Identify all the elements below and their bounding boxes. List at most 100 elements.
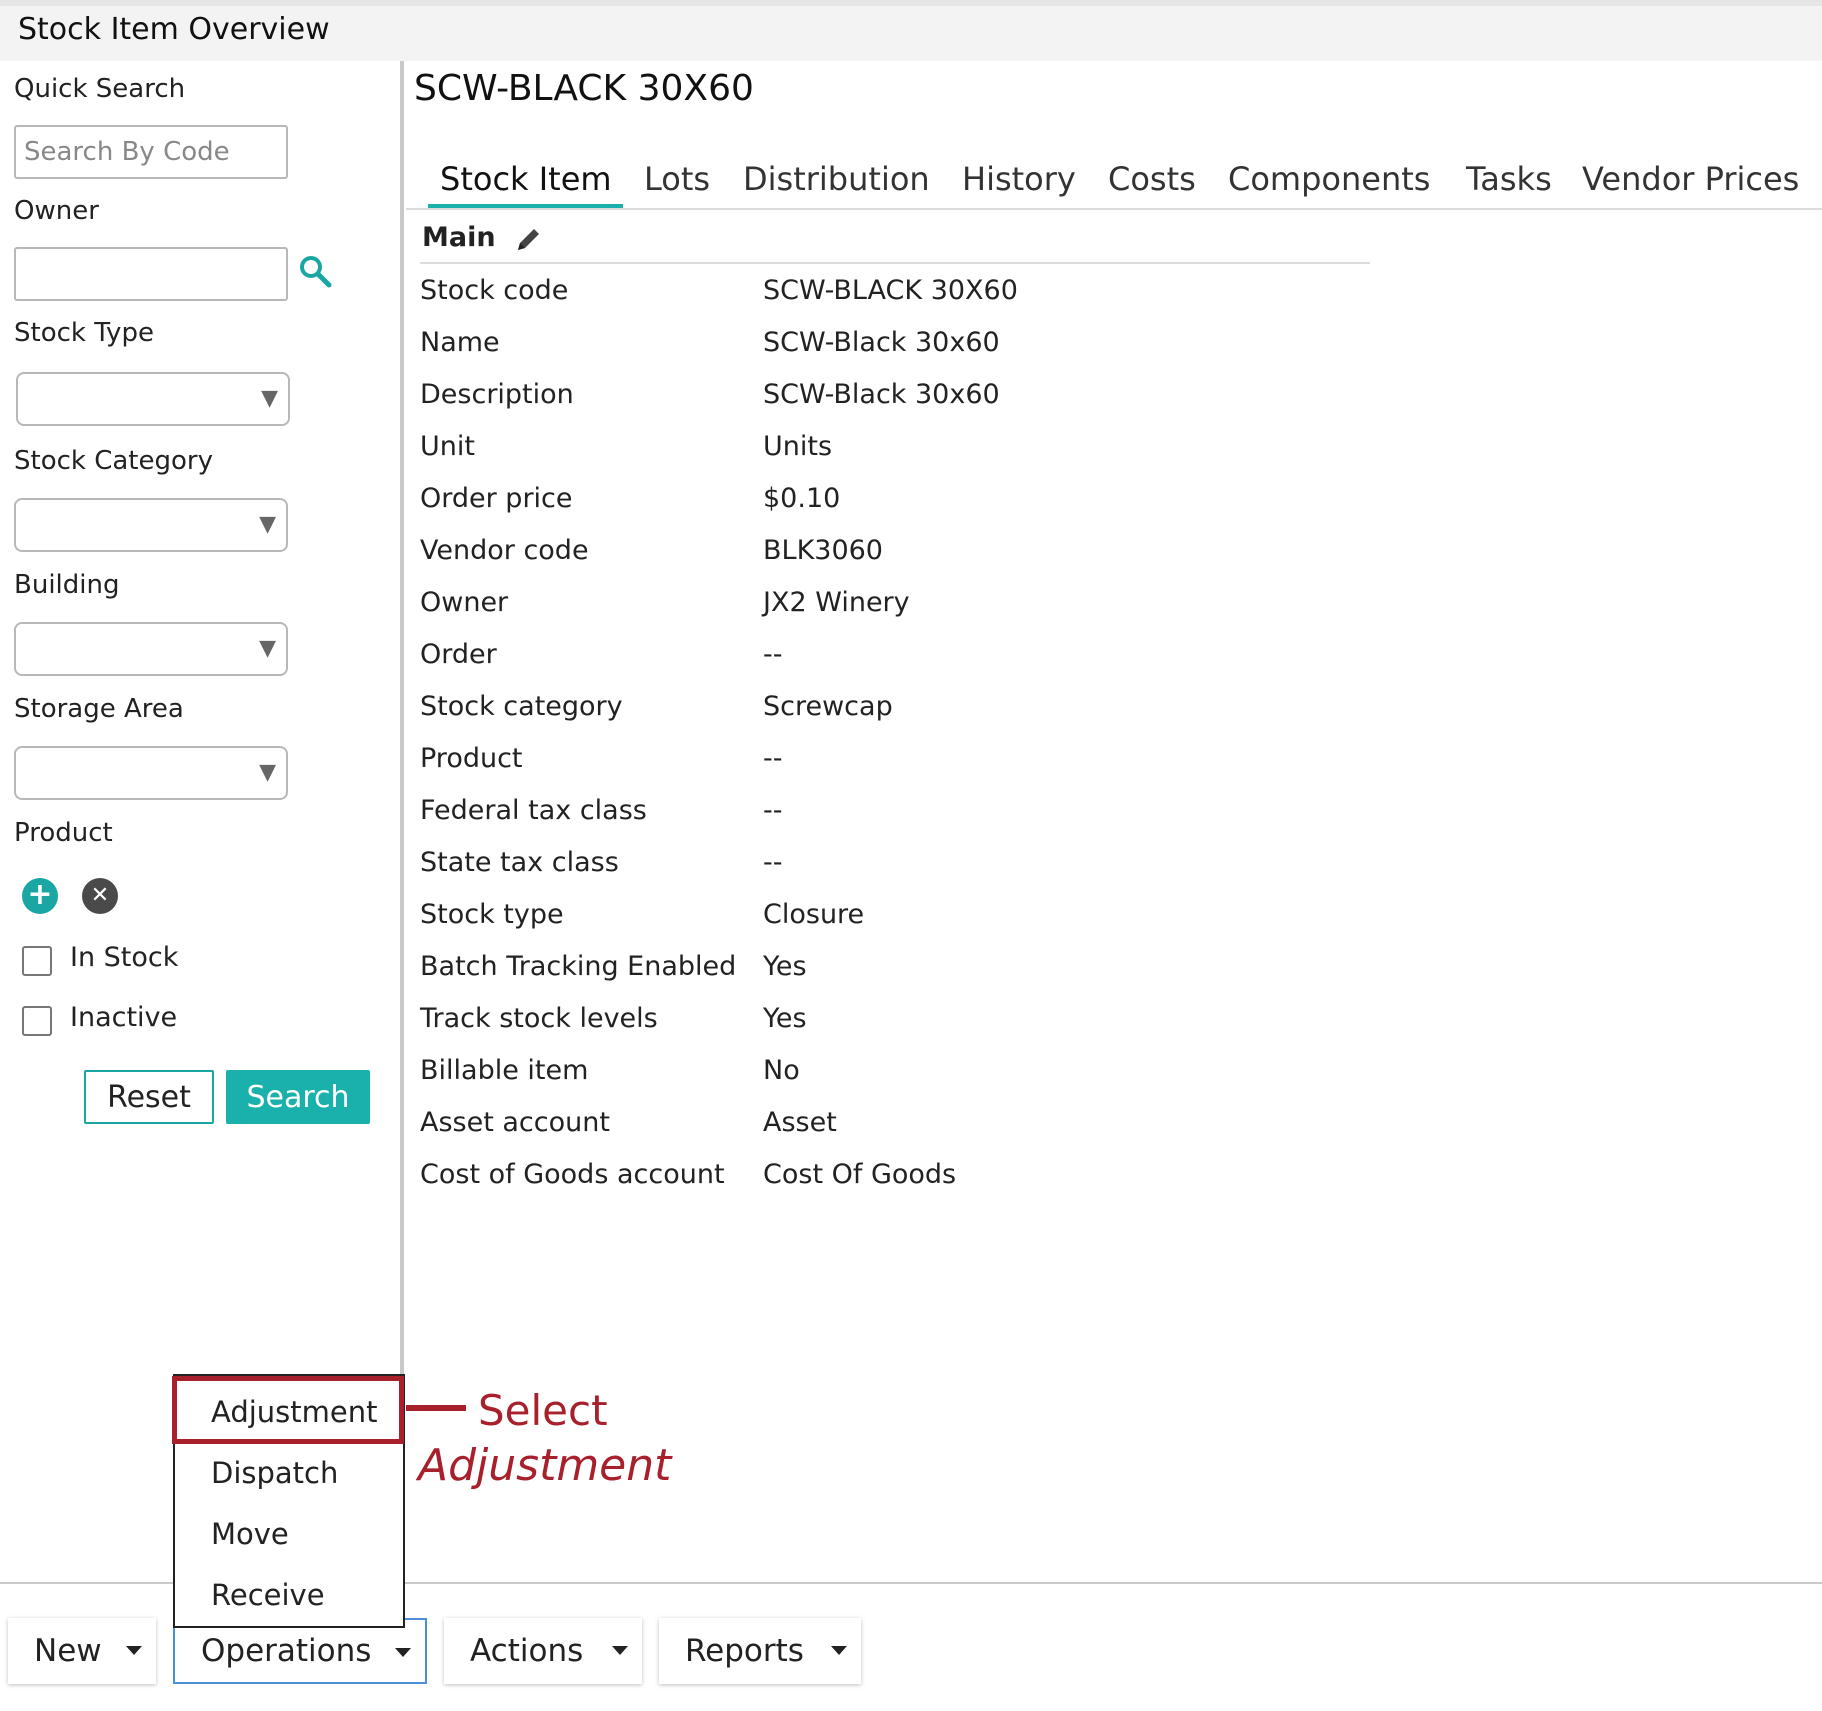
tab-history[interactable]: History (962, 160, 1076, 198)
search-button[interactable]: Search (226, 1070, 370, 1124)
field-row: Order price $0.10 (420, 483, 1320, 535)
chevron-down-icon: ▼ (259, 760, 276, 785)
menu-item-move[interactable]: Move (175, 1506, 403, 1562)
reports-label: Reports (685, 1633, 804, 1669)
in-stock-checkbox[interactable] (22, 946, 52, 976)
field-label: Asset account (420, 1107, 610, 1138)
field-label: Federal tax class (420, 795, 647, 826)
field-label: Cost of Goods account (420, 1159, 725, 1190)
field-value: -- (763, 639, 783, 670)
sidebar-divider (400, 61, 404, 1391)
field-row: Description SCW-Black 30x60 (420, 379, 1320, 431)
search-input[interactable] (14, 125, 288, 179)
field-label: Stock category (420, 691, 623, 722)
product-actions: + ✕ (22, 878, 132, 916)
field-row: Order -- (420, 639, 1320, 691)
title-bar: Stock Item Overview (0, 6, 1822, 61)
field-value: SCW-BLACK 30X60 (763, 275, 1018, 306)
annotation-highlight-box (172, 1376, 404, 1444)
field-label: Name (420, 327, 500, 358)
field-value: -- (763, 847, 783, 878)
new-button[interactable]: New (8, 1618, 156, 1684)
plus-icon[interactable]: + (22, 878, 58, 914)
product-label: Product (14, 818, 113, 848)
field-value: Closure (763, 899, 865, 930)
field-row: Stock type Closure (420, 899, 1320, 951)
caret-down-icon (612, 1646, 628, 1655)
chevron-down-icon: ▼ (259, 636, 276, 661)
tab-lots[interactable]: Lots (644, 160, 710, 198)
field-label: Stock code (420, 275, 569, 306)
field-label: Description (420, 379, 574, 410)
field-label: Order price (420, 483, 573, 514)
annotation-leader-line (406, 1405, 466, 1411)
field-row: Asset account Asset (420, 1107, 1320, 1159)
menu-item-receive[interactable]: Receive (175, 1567, 403, 1623)
field-label: Vendor code (420, 535, 589, 566)
stock-type-select[interactable]: ▼ (16, 372, 290, 426)
field-label: State tax class (420, 847, 619, 878)
quick-search-label: Quick Search (14, 74, 186, 104)
field-value: Yes (763, 951, 807, 982)
close-icon[interactable]: ✕ (82, 878, 118, 914)
building-label: Building (14, 570, 120, 600)
field-row: Federal tax class -- (420, 795, 1320, 847)
field-label: Batch Tracking Enabled (420, 951, 737, 982)
field-row: Stock category Screwcap (420, 691, 1320, 743)
field-value: Cost Of Goods (763, 1159, 957, 1190)
field-label: Stock type (420, 899, 564, 930)
field-value: -- (763, 795, 783, 826)
reset-button[interactable]: Reset (84, 1070, 214, 1124)
actions-button[interactable]: Actions (444, 1618, 642, 1684)
tab-components[interactable]: Components (1228, 160, 1430, 198)
field-row: Unit Units (420, 431, 1320, 483)
main-section-header: Main (420, 220, 1370, 264)
owner-field[interactable] (14, 247, 288, 301)
field-row: Stock code SCW-BLACK 30X60 (420, 275, 1320, 327)
field-value: No (763, 1055, 800, 1086)
field-label: Order (420, 639, 497, 670)
field-row: Cost of Goods account Cost Of Goods (420, 1159, 1320, 1211)
stock-type-label: Stock Type (14, 318, 154, 348)
owner-label: Owner (14, 196, 99, 226)
actions-label: Actions (470, 1633, 584, 1669)
inactive-checkbox[interactable] (22, 1006, 52, 1036)
tab-stock-item[interactable]: Stock Item (440, 160, 612, 198)
pencil-icon[interactable] (512, 224, 544, 256)
caret-down-icon (126, 1646, 142, 1655)
in-stock-label: In Stock (70, 942, 179, 973)
tab-vendor-prices[interactable]: Vendor Prices (1582, 160, 1799, 198)
reports-button[interactable]: Reports (659, 1618, 861, 1684)
operations-label: Operations (201, 1633, 372, 1669)
field-row: Name SCW-Black 30x60 (420, 327, 1320, 379)
stock-item-fields: Stock code SCW-BLACK 30X60 Name SCW-Black … (420, 275, 1320, 1211)
page-title: SCW-BLACK 30X60 (414, 68, 754, 109)
stock-category-select[interactable]: ▼ (14, 498, 288, 552)
storage-area-label: Storage Area (14, 694, 184, 724)
chevron-down-icon: ▼ (259, 512, 276, 537)
caret-down-icon (831, 1646, 847, 1655)
field-row: Track stock levels Yes (420, 1003, 1320, 1055)
search-icon[interactable] (298, 254, 332, 288)
field-row: Product -- (420, 743, 1320, 795)
storage-area-select[interactable]: ▼ (14, 746, 288, 800)
field-label: Unit (420, 431, 475, 462)
building-select[interactable]: ▼ (14, 622, 288, 676)
tab-distribution[interactable]: Distribution (743, 160, 930, 198)
field-label: Product (420, 743, 523, 774)
stock-category-label: Stock Category (14, 446, 213, 476)
tab-costs[interactable]: Costs (1108, 160, 1196, 198)
menu-item-dispatch[interactable]: Dispatch (175, 1445, 403, 1501)
field-value: Asset (763, 1107, 837, 1138)
field-value: Units (763, 431, 833, 462)
field-row: Billable item No (420, 1055, 1320, 1107)
tab-bar: Stock Item Lots Distribution History Cos… (406, 160, 1822, 210)
field-row: Owner JX2 Winery (420, 587, 1320, 639)
annotation-text-line1: Select (478, 1386, 608, 1435)
field-value: BLK3060 (763, 535, 883, 566)
field-value: SCW-Black 30x60 (763, 379, 1000, 410)
active-tab-indicator (428, 204, 623, 208)
field-row: Vendor code BLK3060 (420, 535, 1320, 587)
new-label: New (34, 1633, 102, 1669)
tab-tasks[interactable]: Tasks (1466, 160, 1552, 198)
